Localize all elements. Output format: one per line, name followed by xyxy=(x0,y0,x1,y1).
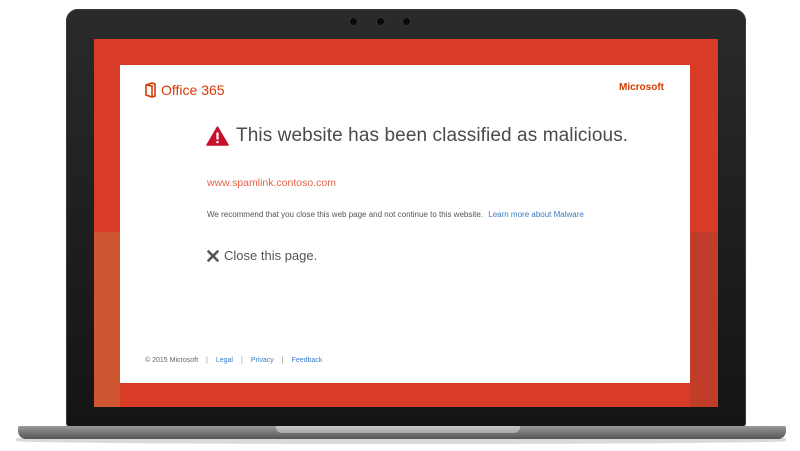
camera-dot xyxy=(403,18,410,25)
page-footer: © 2015 Microsoft | Legal | Privacy | Fee… xyxy=(145,357,322,364)
screen-edge-right xyxy=(690,232,718,407)
headline-text: This website has been classified as mali… xyxy=(236,125,629,146)
learn-more-link[interactable]: Learn more about Malware xyxy=(488,210,584,219)
close-page-label: Close this page. xyxy=(224,248,318,263)
copyright-text: © 2015 Microsoft xyxy=(145,357,199,364)
office-logo-icon xyxy=(145,82,156,98)
laptop-mockup: Office 365 Microsoft This website has be… xyxy=(0,0,800,451)
footer-link-legal[interactable]: Legal xyxy=(216,357,233,364)
footer-separator: | xyxy=(281,357,284,364)
footer-link-feedback[interactable]: Feedback xyxy=(292,357,323,364)
recommendation-text: We recommend that you close this web pag… xyxy=(207,210,584,219)
blocked-url: www.spamlink.contoso.com xyxy=(207,177,336,189)
office-brand-label: Office 365 xyxy=(161,82,225,98)
camera-dot xyxy=(350,18,357,25)
laptop-hinge-notch xyxy=(276,426,520,433)
microsoft-link[interactable]: Microsoft xyxy=(619,82,664,93)
footer-separator: | xyxy=(240,357,243,364)
recommendation-sentence: We recommend that you close this web pag… xyxy=(207,210,484,219)
webcam xyxy=(350,18,410,26)
camera-dot xyxy=(377,18,384,25)
close-icon xyxy=(207,249,219,262)
warning-page: Office 365 Microsoft This website has be… xyxy=(120,65,690,383)
footer-separator: | xyxy=(206,357,208,364)
warning-headline: This website has been classified as mali… xyxy=(206,125,628,147)
office-brand[interactable]: Office 365 xyxy=(145,82,225,98)
close-page-button[interactable]: Close this page. xyxy=(207,248,317,263)
screen-edge-left xyxy=(94,232,120,407)
footer-link-privacy[interactable]: Privacy xyxy=(251,357,274,364)
warning-icon xyxy=(206,126,229,146)
